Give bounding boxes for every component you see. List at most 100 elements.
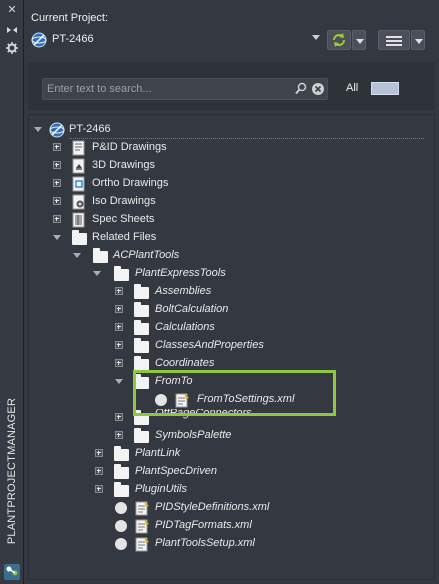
tree-item-label: FromToSettings.xml xyxy=(197,393,295,405)
expand-icon[interactable] xyxy=(95,485,103,493)
clear-search-icon[interactable] xyxy=(311,82,325,96)
current-project-label: Current Project: xyxy=(31,12,109,24)
collapse-arrow-icon[interactable] xyxy=(73,251,81,259)
tree-item-ortho-drawings[interactable]: Ortho Drawings xyxy=(29,175,429,193)
folder-icon xyxy=(93,248,108,263)
collapse-arrow-icon[interactable] xyxy=(53,233,61,241)
tree-item-plantspecdriven[interactable]: PlantSpecDriven xyxy=(29,463,429,481)
tree-item-label: Coordinates xyxy=(155,357,215,369)
palette-side-strip: ✕ PLANTPROJECTMANAGER xyxy=(0,0,24,584)
tree-item-pluginutils[interactable]: PluginUtils xyxy=(29,481,429,499)
properties-gear-icon[interactable] xyxy=(5,42,19,54)
tree-item-plantexpresstools[interactable]: PlantExpressTools xyxy=(29,265,429,283)
chevron-down-icon xyxy=(356,39,364,44)
tree-item-spec-sheets[interactable]: Spec Sheets xyxy=(29,211,429,229)
expand-icon[interactable] xyxy=(115,431,123,439)
view-menu-button[interactable] xyxy=(378,30,410,50)
tree-item-label: BoltCalculation xyxy=(155,303,229,315)
tree-item-label: PIDStyleDefinitions.xml xyxy=(155,501,270,513)
auto-hide-icon[interactable] xyxy=(5,24,19,36)
expand-icon[interactable] xyxy=(53,197,61,205)
expand-icon[interactable] xyxy=(95,467,103,475)
expand-icon[interactable] xyxy=(115,413,123,421)
tree-root-label: PT-2466 xyxy=(69,123,111,135)
expand-icon[interactable] xyxy=(115,341,123,349)
expand-icon[interactable] xyxy=(53,215,61,223)
tree-item-3d-drawings[interactable]: 3D Drawings xyxy=(29,157,429,175)
tree-item-boltcalculation[interactable]: BoltCalculation xyxy=(29,301,429,319)
expand-icon[interactable] xyxy=(53,143,61,151)
tree-item-symbolspalette[interactable]: SymbolsPalette xyxy=(29,427,429,445)
xml-file-icon xyxy=(135,519,149,534)
tree-item-fromtosettings-xml[interactable]: FromToSettings.xml xyxy=(29,391,429,409)
expand-icon[interactable] xyxy=(95,449,103,457)
refresh-dropdown-button[interactable] xyxy=(352,30,366,50)
folder-icon xyxy=(114,482,129,497)
tree-item-pidstyledefinitions-xml[interactable]: PIDStyleDefinitions.xml xyxy=(29,499,429,517)
view-menu-dropdown-button[interactable] xyxy=(411,30,425,50)
project-selector[interactable]: PT-2466 xyxy=(28,30,325,50)
tree-item-coordinates[interactable]: Coordinates xyxy=(29,355,429,373)
expand-icon[interactable] xyxy=(115,323,123,331)
tree-item-label: P&ID Drawings xyxy=(92,141,167,153)
expand-icon[interactable] xyxy=(115,305,123,313)
tree-item-assemblies[interactable]: Assemblies xyxy=(29,283,429,301)
tree-item-pid-drawings[interactable]: P&ID Drawings xyxy=(29,139,429,157)
expand-icon[interactable] xyxy=(53,179,61,187)
refresh-button[interactable] xyxy=(327,30,351,50)
tree-item-iso-drawings[interactable]: Iso Drawings xyxy=(29,193,429,211)
tree-item-planttoolssetup-xml[interactable]: PlantToolsSetup.xml xyxy=(29,535,429,553)
list-menu-icon xyxy=(386,36,402,38)
collapse-arrow-icon[interactable] xyxy=(34,125,42,133)
project-icon xyxy=(31,32,47,48)
folder-icon xyxy=(134,410,149,425)
close-icon[interactable]: ✕ xyxy=(5,4,19,16)
tree-item-pidtagformats-xml[interactable]: PIDTagFormats.xml xyxy=(29,517,429,535)
expand-icon[interactable] xyxy=(53,161,61,169)
tree-item-fromto[interactable]: FromTo xyxy=(29,373,429,391)
search-box xyxy=(42,78,328,100)
tree-item-label: PIDTagFormats.xml xyxy=(155,519,252,531)
file-status-icon xyxy=(155,394,167,406)
tree-item-label: Ortho Drawings xyxy=(92,177,169,189)
tree-item-classesandproperties[interactable]: ClassesAndProperties xyxy=(29,337,429,355)
tree-item-label: PlantLink xyxy=(135,447,181,459)
tree-item-label: ACPlantTools xyxy=(113,249,180,261)
tree-item-label: Assemblies xyxy=(155,285,212,297)
folder-icon xyxy=(134,320,149,335)
refresh-icon xyxy=(333,33,345,47)
folder-icon xyxy=(134,356,149,371)
project-name: PT-2466 xyxy=(52,33,94,45)
folder-icon xyxy=(114,464,129,479)
filter-all-toggle[interactable] xyxy=(371,82,399,95)
tree-item-label: PlantToolsSetup.xml xyxy=(155,537,255,549)
chevron-down-icon[interactable] xyxy=(312,35,320,40)
collapse-arrow-icon[interactable] xyxy=(115,377,123,385)
expand-icon[interactable] xyxy=(115,287,123,295)
project-tree: PT-2466 P&ID Drawings 3D Drawings Ortho … xyxy=(28,114,435,580)
ortho-drawings-icon xyxy=(72,176,85,192)
tree-root[interactable]: PT-2466 xyxy=(29,121,429,139)
file-status-icon xyxy=(115,538,127,550)
tree-item-plantlink[interactable]: PlantLink xyxy=(29,445,429,463)
tree-item-label: 3D Drawings xyxy=(92,159,155,171)
tree-item-offpageconnectors[interactable]: OffPageConnectors xyxy=(29,409,429,427)
tree-item-label: Spec Sheets xyxy=(92,213,155,225)
tree-item-label: PluginUtils xyxy=(135,483,187,495)
palette-title: PLANTPROJECTMANAGER xyxy=(4,386,20,556)
search-input[interactable] xyxy=(47,81,287,97)
chevron-down-icon xyxy=(415,39,423,44)
expand-icon[interactable] xyxy=(115,359,123,367)
tree-item-acplanttools[interactable]: ACPlantTools xyxy=(29,247,429,265)
plant-logo-icon[interactable] xyxy=(4,564,20,580)
collapse-arrow-icon[interactable] xyxy=(93,269,101,277)
xml-file-icon xyxy=(175,393,189,408)
tree-item-calculations[interactable]: Calculations xyxy=(29,319,429,337)
tree-item-label: PlantExpressTools xyxy=(135,267,226,279)
tree-item-label: FromTo xyxy=(155,375,193,387)
3d-drawings-icon xyxy=(72,158,85,174)
search-icon[interactable] xyxy=(294,82,308,96)
palette-title-text: PLANTPROJECTMANAGER xyxy=(6,397,18,545)
tree-item-label: ClassesAndProperties xyxy=(155,339,264,351)
tree-item-related-files[interactable]: Related Files xyxy=(29,229,429,247)
